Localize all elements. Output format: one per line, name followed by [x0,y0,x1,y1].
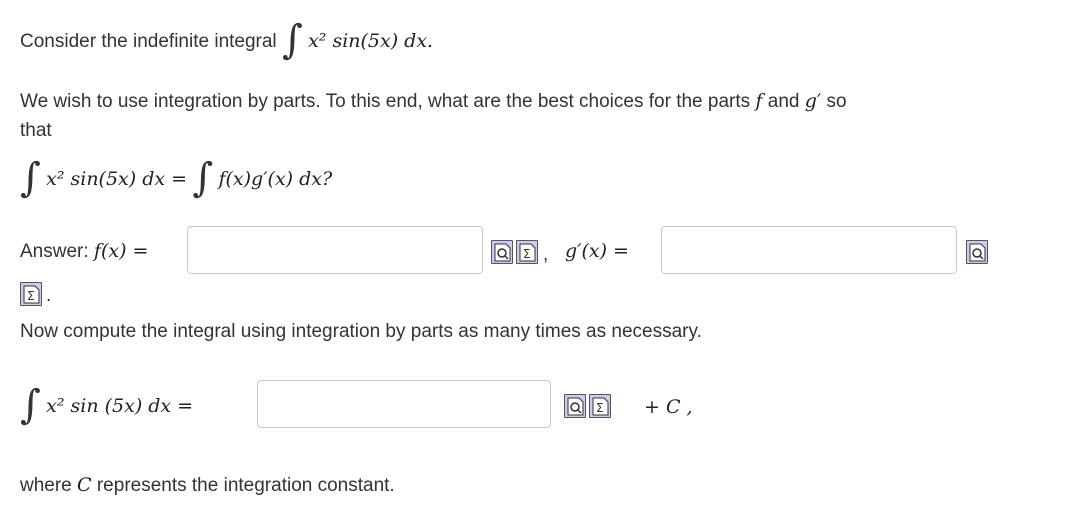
integral-sign-compute: ∫ [20,382,41,428]
compute-equation: ∫ x² sin (5x) dx = [20,382,194,428]
integral-answer-input[interactable] [257,380,551,428]
magnifier-preview-icon [969,243,986,262]
footer-before: where [20,475,72,496]
magnifier-preview-icon [567,397,584,416]
compute-left: x² sin (5x) dx = [46,395,194,418]
footer-line: where C represents the integration const… [20,474,395,497]
question-text: We wish to use integration by parts. To … [20,91,751,112]
and-word: and [767,91,800,112]
footer-symbol: C [77,474,92,496]
preview-integral-button[interactable] [564,394,586,418]
integral-sign: ∫ [281,17,303,63]
equation-right: f(x)g′(x) dx? [218,168,333,191]
preview-g-button[interactable] [966,240,988,264]
g-symbol: g′ [804,90,822,112]
compute-text: Now compute the integral using integrati… [20,321,702,342]
sigma-equation-editor-icon: Σ [592,397,609,416]
g-expression: g′(x) = [565,240,629,262]
preview-f-button[interactable] [491,240,513,264]
sigma-equation-editor-icon: Σ [519,243,536,262]
intro-line: Consider the indefinite integral ∫ x² si… [20,17,434,63]
g-input[interactable] [661,226,957,274]
sigma-equation-editor-icon: Σ [23,285,40,304]
integral-sign-right: ∫ [192,155,214,201]
integral-sign-left: ∫ [20,155,41,201]
answer-label: Answer: [20,241,89,262]
equation-left: x² sin(5x) dx = [46,168,188,191]
equation-editor-f-button[interactable]: Σ [516,240,538,264]
constant-term: + C , [644,396,693,418]
intro-integrand: x² sin(5x) dx. [308,30,434,53]
equation-editor-integral-button[interactable]: Σ [589,394,611,418]
answer-comma: , [543,244,549,265]
so-word: so [826,91,847,112]
equation-editor-g-button[interactable]: Σ [20,282,42,306]
magnifier-preview-icon [494,243,511,262]
question-line-2: that [20,120,52,141]
svg-text:Σ: Σ [596,401,604,415]
f-expression: f(x) = [93,240,149,262]
f-symbol: f [755,90,763,112]
svg-text:Σ: Σ [523,247,531,261]
answer-period: . [46,285,52,306]
question-line: We wish to use integration by parts. To … [20,90,847,113]
footer-after: represents the integration constant. [96,475,395,496]
svg-text:Σ: Σ [27,289,35,303]
f-input[interactable] [187,226,483,274]
equation-line: ∫ x² sin(5x) dx = ∫ f(x)g′(x) dx? [20,155,333,201]
answer-label-row: Answer: f(x) = [20,240,148,263]
intro-text: Consider the indefinite integral [20,31,277,53]
